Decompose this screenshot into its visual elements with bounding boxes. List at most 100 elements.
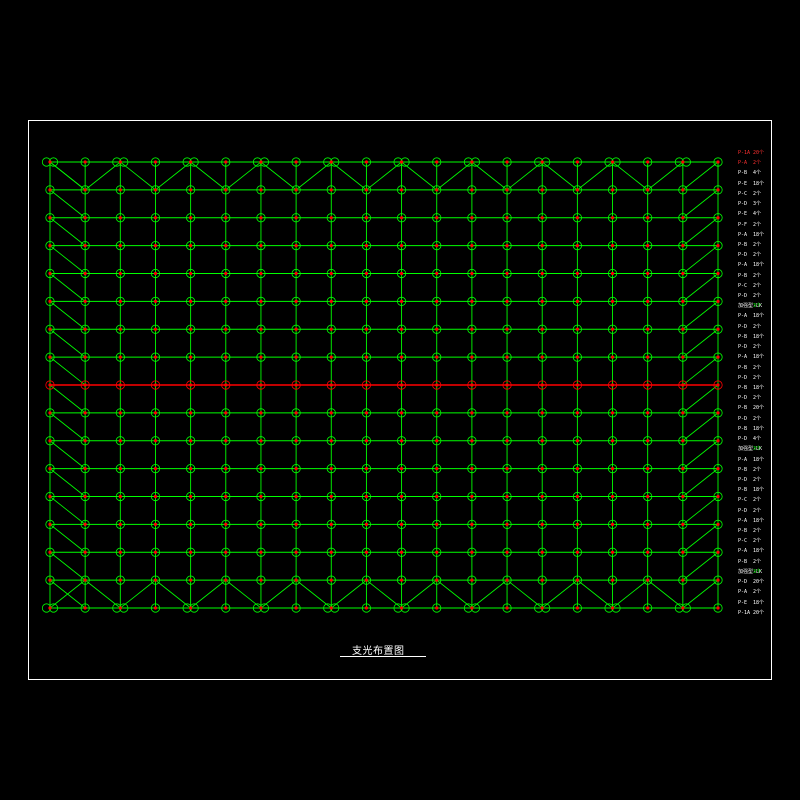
support-node-dot — [540, 355, 544, 359]
support-node-dot — [610, 439, 615, 443]
support-node-dot — [118, 271, 122, 276]
support-node-dot — [364, 467, 369, 471]
support-node-dot — [224, 327, 228, 331]
support-node-dot — [435, 188, 439, 192]
support-node-dot — [83, 160, 87, 164]
brace-diagonal — [682, 301, 719, 330]
support-node-dot — [48, 271, 52, 276]
support-node-dot — [540, 216, 544, 220]
support-node-dot — [435, 355, 439, 359]
legend-code: 加强型-LK — [738, 303, 763, 310]
support-node-dot — [470, 383, 474, 387]
support-node-dot — [505, 439, 509, 443]
support-node-dot — [540, 244, 544, 248]
legend-code: 加强型-LK — [738, 446, 763, 453]
support-node-dot — [118, 299, 122, 303]
support-node-dot — [329, 606, 333, 610]
support-node-dot — [329, 216, 333, 220]
support-node-dot — [259, 383, 263, 387]
support-node-dot — [575, 494, 579, 499]
support-node-dot — [224, 271, 228, 276]
legend-code: P-B — [738, 272, 748, 279]
legend-qty: 2个 — [753, 538, 762, 545]
support-node-dot — [118, 160, 122, 164]
support-node-dot — [470, 439, 474, 443]
support-node-dot — [48, 327, 52, 331]
legend-row: P-C 2个 — [738, 191, 761, 197]
support-node-dot — [364, 522, 369, 526]
support-node-dot — [259, 467, 263, 471]
support-node-dot — [681, 467, 685, 471]
support-node-dot — [646, 578, 650, 582]
support-node-dot — [716, 327, 720, 331]
support-node-dot — [646, 188, 650, 192]
support-node-dot — [610, 522, 615, 526]
support-node-dot — [224, 578, 228, 582]
support-node-dot — [610, 494, 615, 499]
support-node-dot — [681, 327, 685, 331]
support-node-dot — [505, 327, 509, 331]
legend-qty: 2个 — [753, 415, 762, 422]
support-node-dot — [435, 439, 439, 443]
support-node-dot — [575, 244, 579, 248]
legend-qty: 2个 — [753, 528, 762, 535]
support-node-dot — [540, 160, 544, 164]
legend-qty: 4个 — [753, 170, 762, 177]
support-node-dot — [189, 606, 193, 610]
legend-code: P-C — [738, 190, 748, 197]
legend-row: P-B 18个 — [738, 426, 764, 432]
support-node-dot — [540, 522, 544, 526]
support-node-dot — [364, 160, 369, 164]
support-node-dot — [329, 550, 333, 554]
brace-diagonal — [49, 468, 86, 497]
support-node-dot — [716, 522, 720, 526]
brace-diagonal — [682, 524, 719, 553]
legend-code: P-A — [738, 231, 748, 238]
support-node-dot — [681, 550, 685, 554]
support-node-dot — [294, 160, 298, 164]
brace-diagonal — [682, 496, 719, 525]
support-node-dot — [681, 216, 685, 220]
support-node-dot — [364, 606, 369, 610]
support-node-dot — [48, 160, 52, 164]
support-node-dot — [540, 188, 544, 192]
legend-code: P-A — [738, 313, 748, 320]
legend-code: P-D — [738, 323, 748, 330]
legend-code: P-1A — [738, 150, 751, 156]
support-node-dot — [153, 411, 158, 415]
support-node-dot — [505, 271, 509, 276]
legend-qty: 20个 — [753, 579, 765, 586]
support-node-dot — [505, 188, 509, 192]
legend-code: P-1A — [738, 609, 751, 616]
legend-qty: 2个 — [753, 466, 762, 473]
support-node-dot — [48, 439, 52, 443]
legend-code: P-A — [738, 262, 748, 269]
support-node-dot — [575, 160, 579, 164]
support-node-dot — [189, 439, 193, 443]
support-node-dot — [646, 216, 650, 220]
support-node-dot — [716, 550, 720, 554]
support-node-dot — [83, 299, 87, 303]
support-node-dot — [48, 467, 52, 471]
support-node-dot — [470, 216, 474, 220]
support-node-dot — [681, 578, 685, 582]
support-node-dot — [364, 271, 369, 276]
brace-diagonal — [682, 189, 719, 219]
legend-row: P-B 20个 — [738, 405, 764, 411]
support-node-dot — [716, 244, 720, 248]
legend-code: P-B — [738, 466, 748, 473]
legend-qty: 20个 — [753, 150, 765, 156]
support-node-dot — [505, 411, 509, 415]
support-node-dot — [399, 550, 404, 554]
brace-diagonal — [49, 245, 86, 274]
legend-code: P-B — [738, 364, 748, 371]
support-node-dot — [294, 522, 298, 526]
legend-row: P-D 2个 — [738, 324, 761, 330]
legend-row: P-1A 20个 — [738, 610, 764, 616]
drawing-title: 支光布置图 — [352, 646, 405, 657]
support-node-dot — [224, 411, 228, 415]
brace-diagonal — [682, 551, 719, 581]
support-node-dot — [48, 355, 52, 359]
support-node-dot — [83, 494, 87, 499]
support-node-dot — [575, 578, 579, 582]
